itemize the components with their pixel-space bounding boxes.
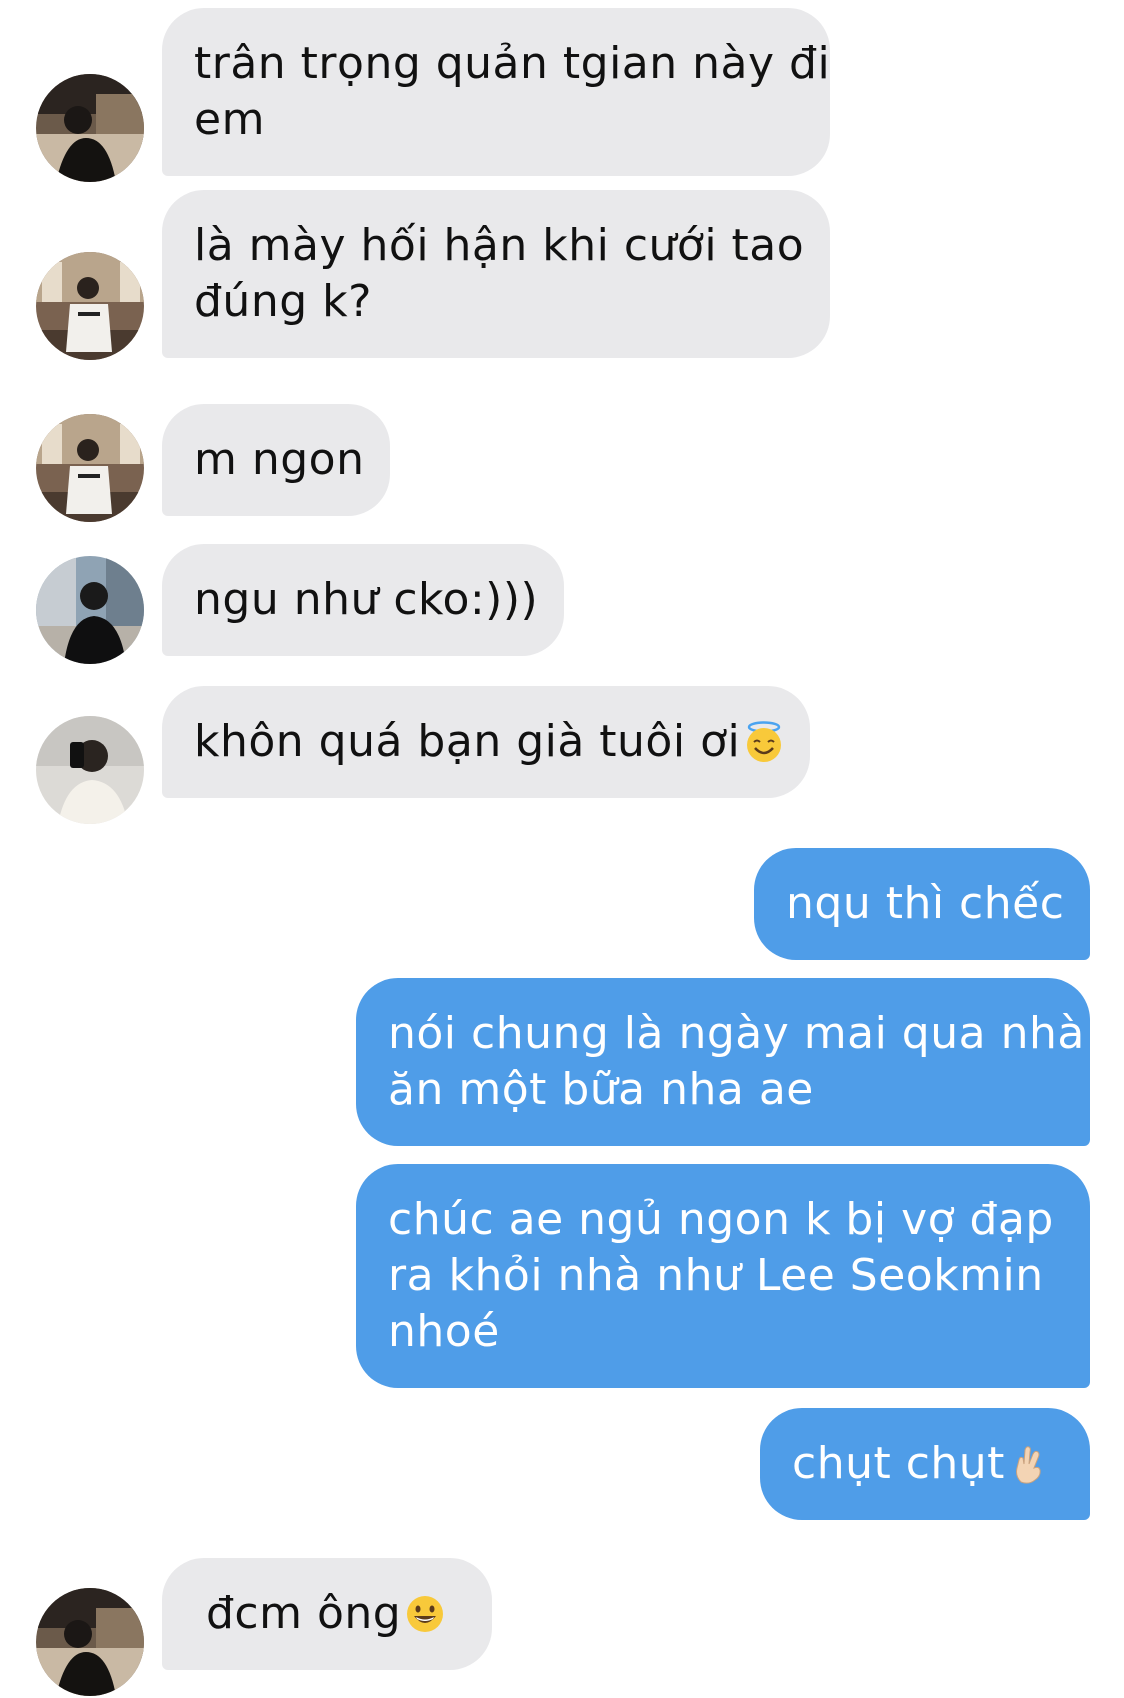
message-text: ra khỏi nhà như Lee Seokmin bbox=[388, 1250, 1044, 1301]
message-text: đúng k? bbox=[194, 276, 372, 327]
chat-thread[interactable]: trân trọng quản tgian này đi em là mày h… bbox=[0, 0, 1124, 1698]
message-bubble-outgoing[interactable]: chụt chụt bbox=[760, 1408, 1090, 1520]
avatar-photo-2-icon bbox=[36, 252, 144, 360]
message-text: ngu như cko:))) bbox=[194, 574, 539, 625]
avatar[interactable] bbox=[36, 74, 144, 182]
avatar[interactable] bbox=[36, 414, 144, 522]
message-text: nói chung là ngày mai qua nhà bbox=[388, 1008, 1085, 1059]
avatar[interactable] bbox=[36, 252, 144, 360]
message-text: m ngon bbox=[194, 434, 365, 485]
avatar[interactable] bbox=[36, 556, 144, 664]
message-text: khôn quá bạn già tuôi ơi bbox=[194, 716, 741, 767]
avatar-photo-1-icon bbox=[36, 1588, 144, 1696]
message-text: nqu thì chếc bbox=[786, 878, 1065, 929]
message-bubble-outgoing[interactable]: nói chung là ngày mai qua nhà ăn một bữa… bbox=[356, 978, 1090, 1146]
message-text: chúc ae ngủ ngon k bị vợ đạp bbox=[388, 1194, 1054, 1245]
message-text: là mày hối hận khi cưới tao bbox=[194, 220, 805, 271]
message-bubble-incoming[interactable]: đcm ông bbox=[162, 1558, 492, 1670]
message-text: đcm ông bbox=[206, 1588, 402, 1639]
message-bubble-outgoing[interactable]: chúc ae ngủ ngon k bị vợ đạp ra khỏi nhà… bbox=[356, 1164, 1090, 1388]
message-text: nhoé bbox=[388, 1306, 500, 1357]
message-text: chụt chụt bbox=[792, 1438, 1005, 1489]
message-text: ăn một bữa nha ae bbox=[388, 1064, 814, 1115]
avatar-photo-4-icon bbox=[36, 716, 144, 824]
avatar-photo-3-icon bbox=[36, 556, 144, 664]
avatar-photo-1-icon bbox=[36, 74, 144, 182]
message-text: trân trọng quản tgian này đi bbox=[194, 38, 831, 89]
message-bubble-incoming[interactable]: ngu như cko:))) bbox=[162, 544, 564, 656]
smiling-face-with-halo-icon bbox=[742, 720, 786, 764]
message-bubble-outgoing[interactable]: nqu thì chếc bbox=[754, 848, 1090, 960]
hand-with-index-and-middle-fingers-crossed-icon bbox=[1007, 1442, 1051, 1486]
message-bubble-incoming[interactable]: m ngon bbox=[162, 404, 390, 516]
avatar[interactable] bbox=[36, 716, 144, 824]
message-text: em bbox=[194, 94, 265, 145]
message-bubble-incoming[interactable]: khôn quá bạn già tuôi ơi bbox=[162, 686, 810, 798]
avatar[interactable] bbox=[36, 1588, 144, 1696]
avatar-photo-2-icon bbox=[36, 414, 144, 522]
message-bubble-incoming[interactable]: trân trọng quản tgian này đi em bbox=[162, 8, 830, 176]
grinning-face-icon bbox=[403, 1592, 447, 1636]
message-bubble-incoming[interactable]: là mày hối hận khi cưới tao đúng k? bbox=[162, 190, 830, 358]
